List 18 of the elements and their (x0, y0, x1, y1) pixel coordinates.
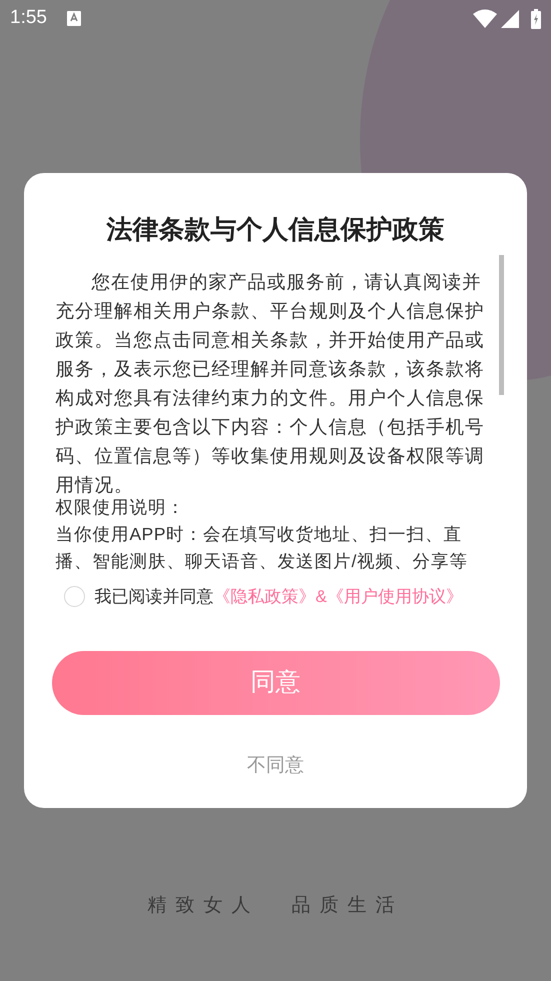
battery-icon (531, 8, 541, 28)
agree-button[interactable]: 同意 (52, 650, 500, 714)
permissions-heading: 权限使用说明： (56, 496, 186, 519)
status-time: 1:55 (10, 6, 47, 30)
slogan-text: 品质生活 (292, 894, 404, 918)
wifi-icon (473, 9, 497, 28)
signal-icon (501, 10, 519, 28)
policy-paragraph: 您在使用伊的家产品或服务前，请认真阅读并充分理解相关用户条款、平台规则及个人信息保护政策。当您点击同意相关条款，并开始使用产品或服务，及表示您已经理解并同意该条款，该条款将构成对您具有法律约束力的文件。用户个人信息保护政策主要包含以下内容：个人信息（包括手机号码、位置信息等）等收集使用规则及设备权限等调用情况。 (56, 270, 486, 497)
policy-link[interactable]: 《用户使用协议》 (326, 584, 463, 610)
dialog-title: 法律条款与个人信息保护政策 (106, 213, 444, 246)
slogan-text: 精致女人 (148, 894, 260, 918)
consent-checkbox[interactable] (64, 586, 84, 608)
policy-link[interactable]: 《隐私政策》 (214, 584, 316, 610)
consent-label: 我已阅读并同意 (94, 586, 214, 608)
keyboard-icon (66, 11, 81, 26)
ampersand: & (316, 586, 327, 608)
disagree-button[interactable]: 不同意 (247, 752, 304, 780)
permissions-text: 当你使用APP时：会在填写收货地址、扫一扫、直播、智能测肤、聊天语音、发送图片/视频、分享等 (56, 523, 469, 573)
